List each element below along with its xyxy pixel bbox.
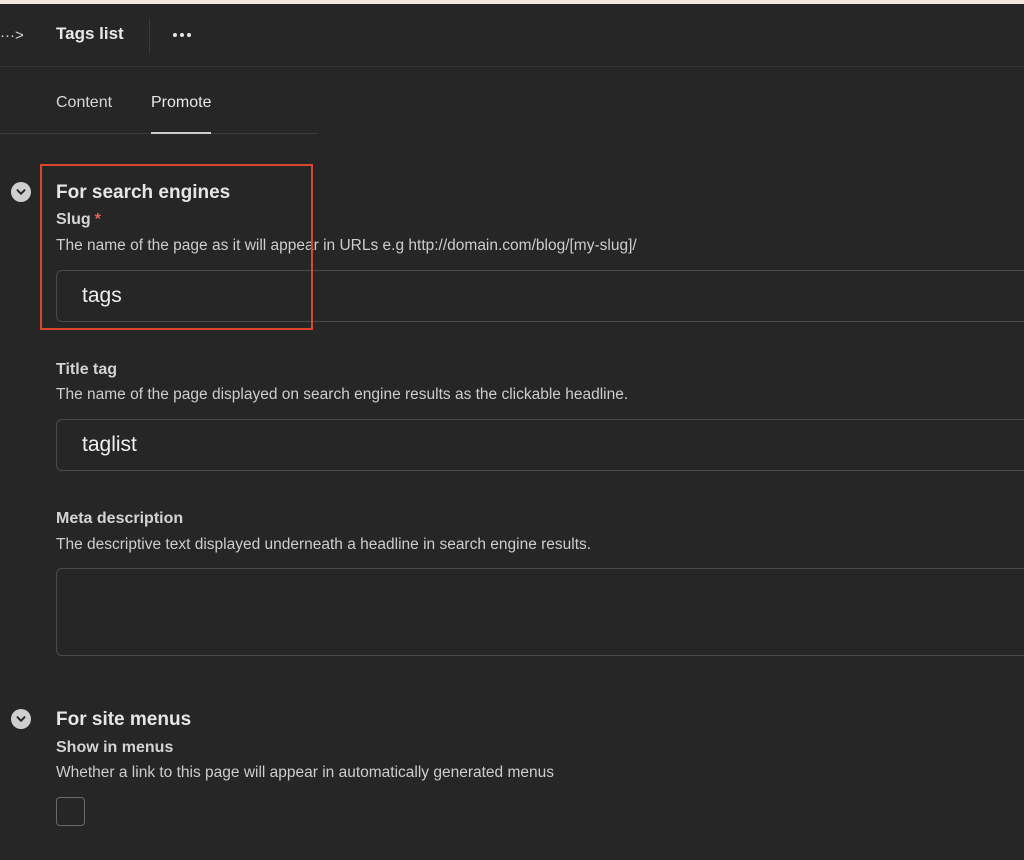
title-tag-help-text: The name of the page displayed on search… bbox=[56, 386, 629, 403]
title-tag-input[interactable] bbox=[56, 419, 1024, 471]
chevron-down-icon bbox=[16, 716, 26, 722]
collapse-search-engines-toggle[interactable] bbox=[11, 182, 31, 202]
page-header: ···> Tags list bbox=[0, 4, 1024, 67]
show-in-menus-checkbox[interactable] bbox=[56, 797, 85, 826]
required-marker: * bbox=[94, 211, 101, 228]
chevron-down-icon bbox=[16, 189, 26, 195]
slug-label: Slug * bbox=[56, 211, 101, 229]
tab-promote[interactable]: Promote bbox=[151, 94, 212, 134]
more-dot-icon bbox=[187, 33, 191, 37]
show-in-menus-label: Show in menus bbox=[56, 739, 174, 756]
slug-input[interactable] bbox=[56, 270, 1024, 322]
header-divider bbox=[149, 18, 150, 54]
more-dot-icon bbox=[180, 33, 184, 37]
meta-description-label: Meta description bbox=[56, 510, 184, 527]
page-title: Tags list bbox=[56, 24, 124, 43]
tab-content[interactable]: Content bbox=[56, 94, 112, 133]
section-heading-search-engines: For search engines bbox=[56, 182, 231, 203]
show-in-menus-help-text: Whether a link to this page will appear … bbox=[56, 764, 554, 781]
section-heading-site-menus: For site menus bbox=[56, 709, 192, 730]
slug-help-text: The name of the page as it will appear i… bbox=[56, 237, 637, 254]
title-tag-label: Title tag bbox=[56, 361, 118, 378]
meta-description-help-text: The descriptive text displayed underneat… bbox=[56, 536, 592, 553]
tab-bar: Content Promote bbox=[0, 68, 318, 134]
slug-label-text: Slug bbox=[56, 211, 91, 228]
collapse-site-menus-toggle[interactable] bbox=[11, 709, 31, 729]
meta-description-textarea[interactable] bbox=[56, 568, 1024, 656]
more-dot-icon bbox=[173, 33, 177, 37]
more-actions-button[interactable] bbox=[168, 22, 196, 48]
breadcrumb-toggle[interactable]: ···> bbox=[0, 22, 30, 48]
